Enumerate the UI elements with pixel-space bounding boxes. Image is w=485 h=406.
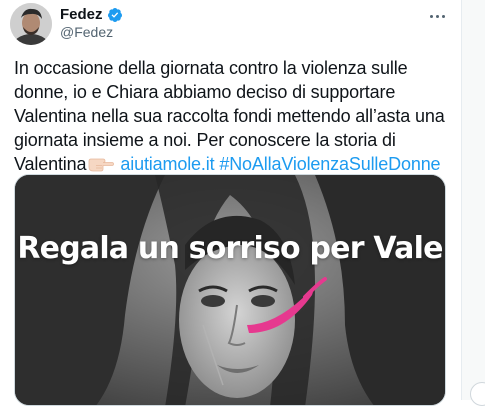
tweet-text-prefix: Valentina — [14, 154, 87, 174]
tweet-text: In occasione della giornata contro la vi… — [14, 56, 446, 176]
more-options-button[interactable] — [426, 7, 448, 25]
tweet-card[interactable]: Fedez @Fedez In occasione della giornata… — [0, 0, 462, 406]
tweet-text-line: In occasione della giornata contro la vi… — [14, 58, 408, 78]
author-avatar[interactable] — [10, 3, 52, 45]
tweet-text-last-line: Valentina aiutiamole.it #NoAllaViolenzaS… — [14, 152, 446, 176]
media-headline: Regala un sorriso per Vale — [17, 231, 443, 266]
tweet-text-line: giornata insieme a noi. Per conoscere la… — [14, 130, 396, 150]
author-handle[interactable]: @Fedez — [60, 24, 113, 40]
more-dot — [441, 14, 445, 18]
aiutiamole-link[interactable]: aiutiamole.it — [120, 154, 214, 174]
right-sidebar — [462, 0, 485, 406]
hashtag-link[interactable]: #NoAllaViolenzaSulleDonne — [219, 154, 440, 174]
sidebar-avatar-placeholder[interactable] — [470, 382, 485, 406]
tweet-text-line: donne, io e Chiara abbiamo deciso di sup… — [14, 82, 396, 102]
media-photo — [15, 175, 445, 405]
more-dot — [429, 14, 433, 18]
more-dot — [435, 14, 439, 18]
author-name-row: Fedez — [60, 6, 123, 23]
author-name[interactable]: Fedez — [60, 6, 103, 23]
verified-badge-icon — [107, 7, 123, 23]
pointing-right-hand-emoji — [88, 154, 115, 172]
tweet-media-image[interactable]: Regala un sorriso per Vale — [14, 174, 446, 406]
tweet-text-line: Valentina nella sua raccolta fondi mette… — [14, 106, 445, 126]
